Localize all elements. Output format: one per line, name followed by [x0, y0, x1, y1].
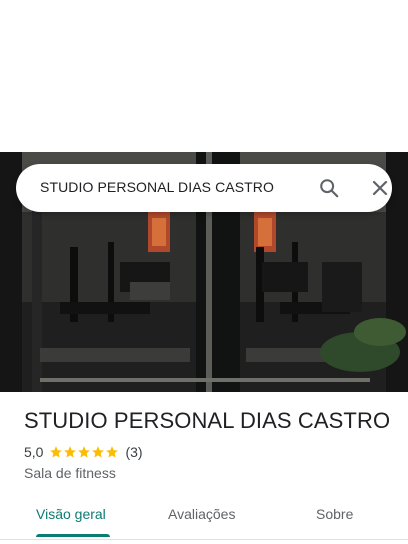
- star-icon: [50, 446, 63, 458]
- tab-overview[interactable]: Visão geral: [36, 506, 106, 522]
- place-sheet: STUDIO PERSONAL DIAS CASTRO STUDIO PERSO…: [0, 0, 408, 544]
- star-icon: [64, 446, 77, 458]
- search-query[interactable]: STUDIO PERSONAL DIAS CASTRO: [40, 179, 274, 195]
- review-count[interactable]: (3): [125, 444, 142, 460]
- rating-row[interactable]: 5,0 (3): [24, 444, 143, 460]
- search-bar[interactable]: STUDIO PERSONAL DIAS CASTRO: [16, 164, 392, 212]
- search-icon[interactable]: [318, 177, 340, 199]
- star-icon: [92, 446, 105, 458]
- star-rating: [49, 445, 119, 459]
- star-icon: [106, 446, 119, 458]
- close-icon[interactable]: [370, 178, 390, 198]
- place-title: STUDIO PERSONAL DIAS CASTRO: [24, 408, 391, 433]
- tab-bar: Visão geral Avaliações Sobre: [0, 496, 408, 540]
- tab-about[interactable]: Sobre: [316, 506, 353, 522]
- place-category: Sala de fitness: [24, 465, 116, 481]
- active-tab-indicator: [36, 534, 110, 537]
- star-icon: [78, 446, 91, 458]
- rating-value: 5,0: [24, 444, 44, 460]
- tab-reviews[interactable]: Avaliações: [168, 506, 235, 522]
